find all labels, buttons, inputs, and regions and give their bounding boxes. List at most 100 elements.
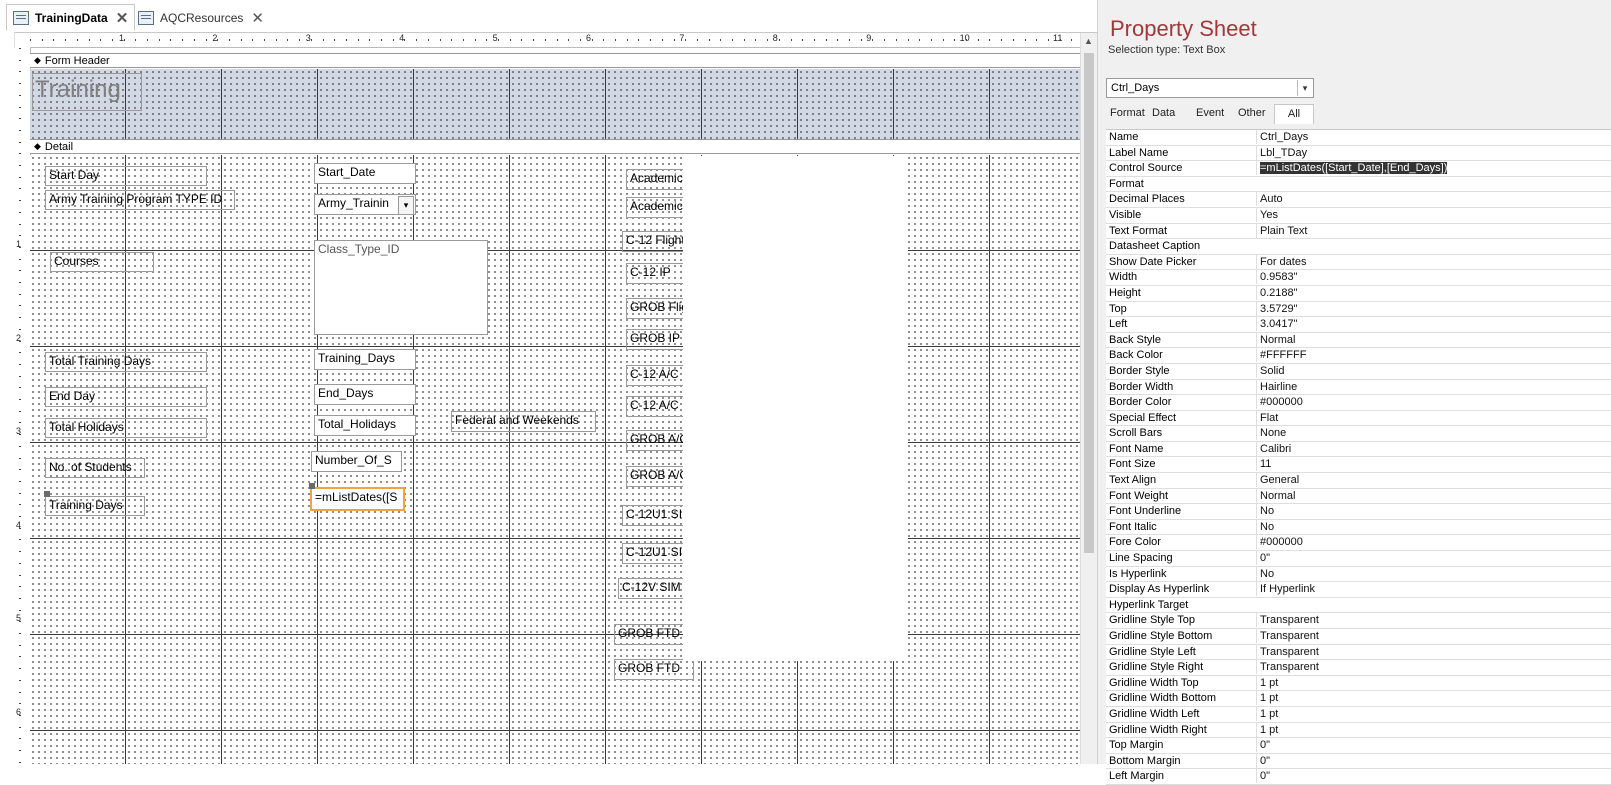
property-value[interactable]: 1 pt	[1256, 722, 1611, 737]
property-value[interactable]: No	[1256, 519, 1611, 534]
property-row[interactable]: Gridline Style Right Transparent	[1106, 660, 1611, 676]
total-training-days-label[interactable]: Total Training Days	[45, 352, 207, 372]
property-row[interactable]: Gridline Width Right 1 pt	[1106, 722, 1611, 739]
property-value[interactable]: Normal	[1256, 488, 1611, 503]
property-row[interactable]: Bottom Margin 0"	[1106, 753, 1611, 770]
tab-other[interactable]: Other	[1234, 104, 1270, 124]
property-row[interactable]: Top 3.5729"	[1106, 301, 1611, 318]
close-icon[interactable]: ✕	[116, 9, 129, 27]
property-row[interactable]: Scroll Bars None	[1106, 426, 1611, 442]
property-value[interactable]: 1 pt	[1256, 691, 1611, 706]
property-value[interactable]: 0"	[1256, 753, 1611, 768]
property-row[interactable]: Left 3.0417"	[1106, 317, 1611, 333]
scroll-up-icon[interactable]: ▲	[1084, 36, 1093, 46]
army-training-combo[interactable]: Army_Trainin ▾	[314, 194, 416, 215]
property-value[interactable]: Transparent	[1256, 629, 1611, 643]
property-row[interactable]: Border Style Solid	[1106, 363, 1611, 380]
courses-label[interactable]: Courses	[50, 252, 154, 272]
property-row[interactable]: Line Spacing 0"	[1106, 551, 1611, 567]
training-days-label[interactable]: Training Days	[45, 496, 145, 516]
federal-weekends-label[interactable]: Federal and Weekends	[451, 411, 596, 432]
property-value[interactable]: Normal	[1256, 332, 1611, 347]
property-row[interactable]: Font Size 11	[1106, 457, 1611, 474]
property-value[interactable]: 1 pt	[1256, 675, 1611, 690]
move-handle[interactable]	[44, 491, 50, 497]
property-value[interactable]: Transparent	[1256, 644, 1611, 659]
property-value[interactable]: #000000	[1256, 395, 1611, 410]
vertical-scrollbar[interactable]: ▲	[1080, 33, 1097, 764]
form-header-section[interactable]: Training	[30, 69, 1110, 139]
property-row[interactable]: Font Weight Normal	[1106, 488, 1611, 505]
property-row[interactable]: Decimal Places Auto	[1106, 192, 1611, 208]
property-row[interactable]: Left Margin 0"	[1106, 769, 1611, 785]
property-row[interactable]: Datasheet Caption	[1106, 239, 1611, 255]
property-value[interactable]: For dates	[1256, 254, 1611, 269]
property-row[interactable]: Back Style Normal	[1106, 332, 1611, 349]
ctrl-days-field[interactable]: =mListDates([S	[310, 487, 405, 511]
property-row[interactable]: Is Hyperlink No	[1106, 566, 1611, 583]
property-row[interactable]: Gridline Width Left 1 pt	[1106, 706, 1611, 723]
property-value[interactable]: 0"	[1256, 769, 1611, 784]
property-row[interactable]: Visible Yes	[1106, 207, 1611, 224]
total-holidays-field[interactable]: Total_Holidays	[314, 415, 416, 436]
tab-format[interactable]: Format	[1106, 104, 1149, 124]
property-value[interactable]: No	[1256, 504, 1611, 519]
property-row[interactable]: Fore Color #000000	[1106, 535, 1611, 552]
property-value[interactable]: General	[1256, 473, 1611, 488]
property-value[interactable]: Ctrl_Days	[1256, 130, 1611, 144]
property-value[interactable]: 0.9583"	[1256, 270, 1611, 285]
no-students-label[interactable]: No. of Students	[45, 458, 145, 478]
property-row[interactable]: Special Effect Flat	[1106, 410, 1611, 427]
property-row[interactable]: Format	[1106, 177, 1611, 193]
end-days-field[interactable]: End_Days	[314, 384, 416, 405]
property-row[interactable]: Font Underline No	[1106, 504, 1611, 520]
property-row[interactable]: Font Name Calibri	[1106, 441, 1611, 458]
property-value[interactable]: Calibri	[1256, 441, 1611, 456]
total-holidays-label[interactable]: Total Holidays	[45, 418, 207, 438]
property-row[interactable]: Name Ctrl_Days	[1106, 130, 1611, 146]
property-row[interactable]: Control Source =mListDates([Start_Date],[…	[1106, 161, 1611, 177]
property-row[interactable]: Font Italic No	[1106, 519, 1611, 536]
property-value[interactable]: 3.0417"	[1256, 317, 1611, 332]
property-value[interactable]: Flat	[1256, 410, 1611, 425]
close-icon[interactable]: ✕	[251, 9, 264, 27]
property-value[interactable]: Transparent	[1256, 613, 1611, 628]
property-row[interactable]: Border Color #000000	[1106, 395, 1611, 411]
property-value[interactable]: #000000	[1256, 535, 1611, 550]
horizontal-ruler[interactable]: 1 2 3 4 5 6 7 8 9 10 11	[30, 33, 1110, 48]
property-row[interactable]: Gridline Style Top Transparent	[1106, 613, 1611, 629]
property-row[interactable]: Border Width Hairline	[1106, 379, 1611, 396]
property-row[interactable]: Show Date Picker For dates	[1106, 254, 1611, 271]
property-value[interactable]: 0"	[1256, 738, 1611, 753]
property-row[interactable]: Gridline Width Top 1 pt	[1106, 675, 1611, 692]
property-row[interactable]: Hyperlink Target	[1106, 598, 1611, 614]
property-row[interactable]: Top Margin 0"	[1106, 738, 1611, 754]
detail-bar[interactable]: ◆ Detail	[30, 139, 1080, 154]
property-value[interactable]: 0"	[1256, 551, 1611, 566]
property-value[interactable]: Plain Text	[1256, 223, 1611, 238]
chevron-down-icon[interactable]: ▾	[1297, 80, 1312, 96]
property-row[interactable]: Text Format Plain Text	[1106, 223, 1611, 240]
form-title-label[interactable]: Training	[32, 73, 142, 111]
property-value[interactable]: 1 pt	[1256, 706, 1611, 721]
selected-control-combo[interactable]: Ctrl_Days ▾	[1106, 78, 1314, 98]
property-row[interactable]: Text Align General	[1106, 473, 1611, 489]
training-days-field[interactable]: Training_Days	[314, 349, 416, 370]
property-value[interactable]: 11	[1256, 457, 1611, 472]
tab-aqcresources[interactable]: AQCResources ✕	[132, 4, 270, 31]
grob-ftd-label-1[interactable]: GROB FTD F	[614, 624, 694, 645]
class-type-listbox[interactable]: Class_Type_ID	[314, 240, 488, 335]
property-value[interactable]: Auto	[1256, 192, 1611, 207]
property-row[interactable]: Height 0.2188"	[1106, 285, 1611, 302]
start-day-label[interactable]: Start Day	[45, 166, 207, 186]
property-value[interactable]: Solid	[1256, 363, 1611, 378]
chevron-down-icon[interactable]: ▾	[398, 196, 414, 214]
property-value[interactable]: Yes	[1256, 207, 1611, 222]
property-value[interactable]: 3.5729"	[1256, 301, 1611, 316]
property-row[interactable]: Back Color #FFFFFF	[1106, 348, 1611, 364]
start-date-field[interactable]: Start_Date	[314, 163, 416, 184]
form-header-bar[interactable]: ◆ Form Header	[30, 53, 1080, 68]
tab-trainingdata[interactable]: TrainingData ✕	[6, 4, 136, 31]
property-row[interactable]: Gridline Style Left Transparent	[1106, 644, 1611, 661]
property-value[interactable]: =mListDates([Start_Date],[End_Days])	[1256, 161, 1611, 176]
